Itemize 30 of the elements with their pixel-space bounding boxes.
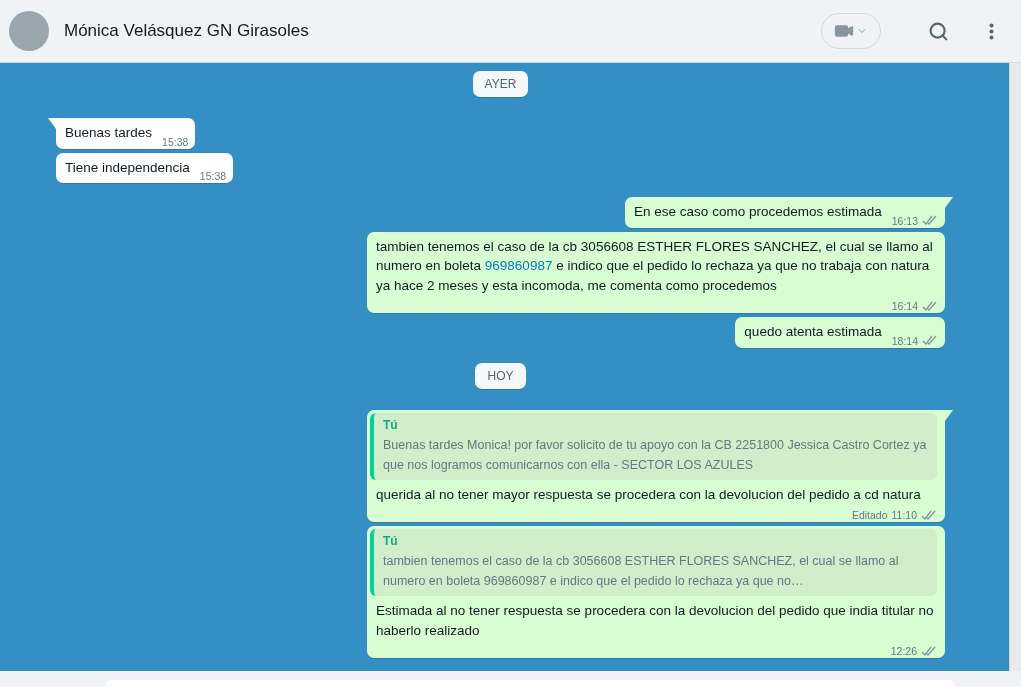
quote-text: Buenas tardes Monica! por favor solicito de tu apoyo con la CB 2251800 Jessica Castro Cortez ya que nos logramos comunicarnos con ella - SECTOR LOS AZULES	[383, 436, 927, 474]
quote-author: Tú	[383, 417, 399, 432]
phone-link[interactable]: 969860987	[484, 258, 553, 273]
message-time: 16:13	[891, 214, 918, 227]
menu-icon	[988, 22, 994, 40]
quoted-message[interactable]: Tú tambien tenemos el caso de la cb 3056608 ESTHER FLORES SANCHEZ, el cual se llamo al numero en boleta 969860987 e indico que el pedido lo rechaza ya que no…	[370, 529, 937, 596]
message-text: En ese caso como procedemos estimada	[634, 203, 882, 221]
contact-name[interactable]: Mónica Velásquez GN Girasoles	[64, 21, 806, 41]
message-time: 11:10	[891, 509, 917, 521]
message-time: 18:14	[891, 334, 918, 347]
video-call-button[interactable]	[821, 13, 881, 49]
quote-author: Tú	[383, 534, 399, 548]
message-text: quedo atenta estimada	[744, 323, 882, 341]
message-time: 12:26	[890, 645, 917, 657]
message-text: querida al no tener mayor respuesta se procedera con la devolucion del pedido a cd natura	[375, 485, 921, 504]
quoted-message[interactable]: Tú Buenas tardes Monica! por favor solicito de tu apoyo con la CB 2251800 Jessica Castro Cortez ya que nos logramos comunicarnos con ella - SECTOR LOS AZULES	[370, 412, 937, 480]
avatar[interactable]	[9, 11, 49, 51]
message-text: Tiene independencia	[65, 158, 190, 177]
edited-label: Editado	[851, 509, 888, 521]
quote-text: tambien tenemos el caso de la cb 3056608 ESTHER FLORES SANCHEZ, el cual se llamo al numero en boleta 969860987 e indico que el pedido lo rechaza ya que no…	[383, 553, 900, 590]
message-text: tambien tenemos el caso de la cb 3056608 ESTHER FLORES SANCHEZ, el cual se llamo al numero en boleta 969860987 e indico que el pedido lo rechaza ya que no trabaja con natura ya hace 2 meses y esta incomoda, me comenta como procedemos	[376, 237, 934, 295]
message-time: 15:38	[162, 135, 189, 148]
date-label: AYER	[472, 71, 529, 97]
search-icon	[927, 20, 949, 42]
scrollbar[interactable]	[1009, 63, 1021, 671]
message-text: Estimada al no tener respuesta se procedera con la devolucion del pedido que india titular no haberlo realizado	[375, 602, 935, 640]
message-time: 16:14	[891, 300, 918, 312]
date-label: HOY	[475, 362, 526, 389]
message-text: Buenas tardes	[65, 124, 153, 142]
message-time: 15:38	[199, 170, 227, 182]
